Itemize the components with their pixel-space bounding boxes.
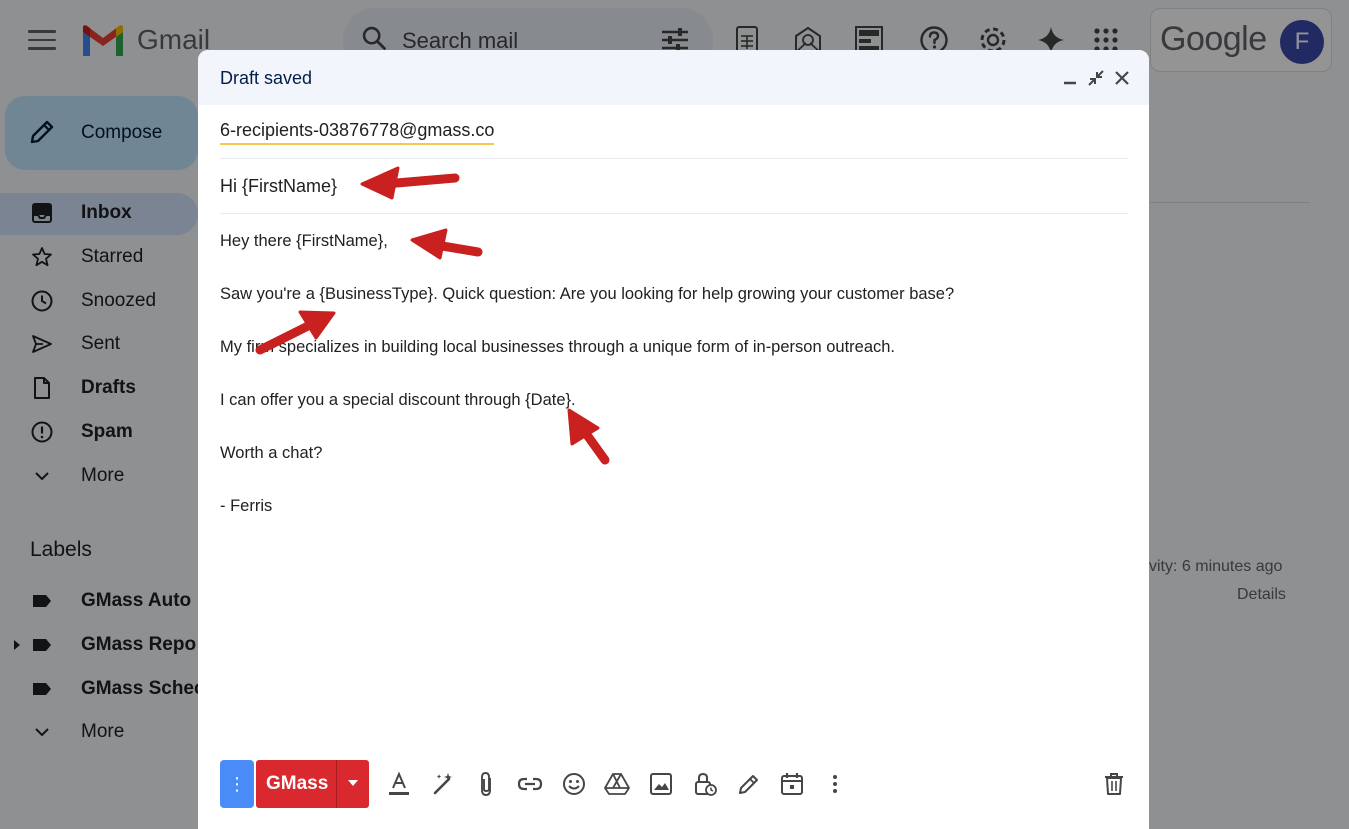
annotation-arrow-head	[360, 166, 400, 200]
annotation-arrows	[255, 166, 610, 465]
annotation-arrow-head	[410, 228, 448, 260]
